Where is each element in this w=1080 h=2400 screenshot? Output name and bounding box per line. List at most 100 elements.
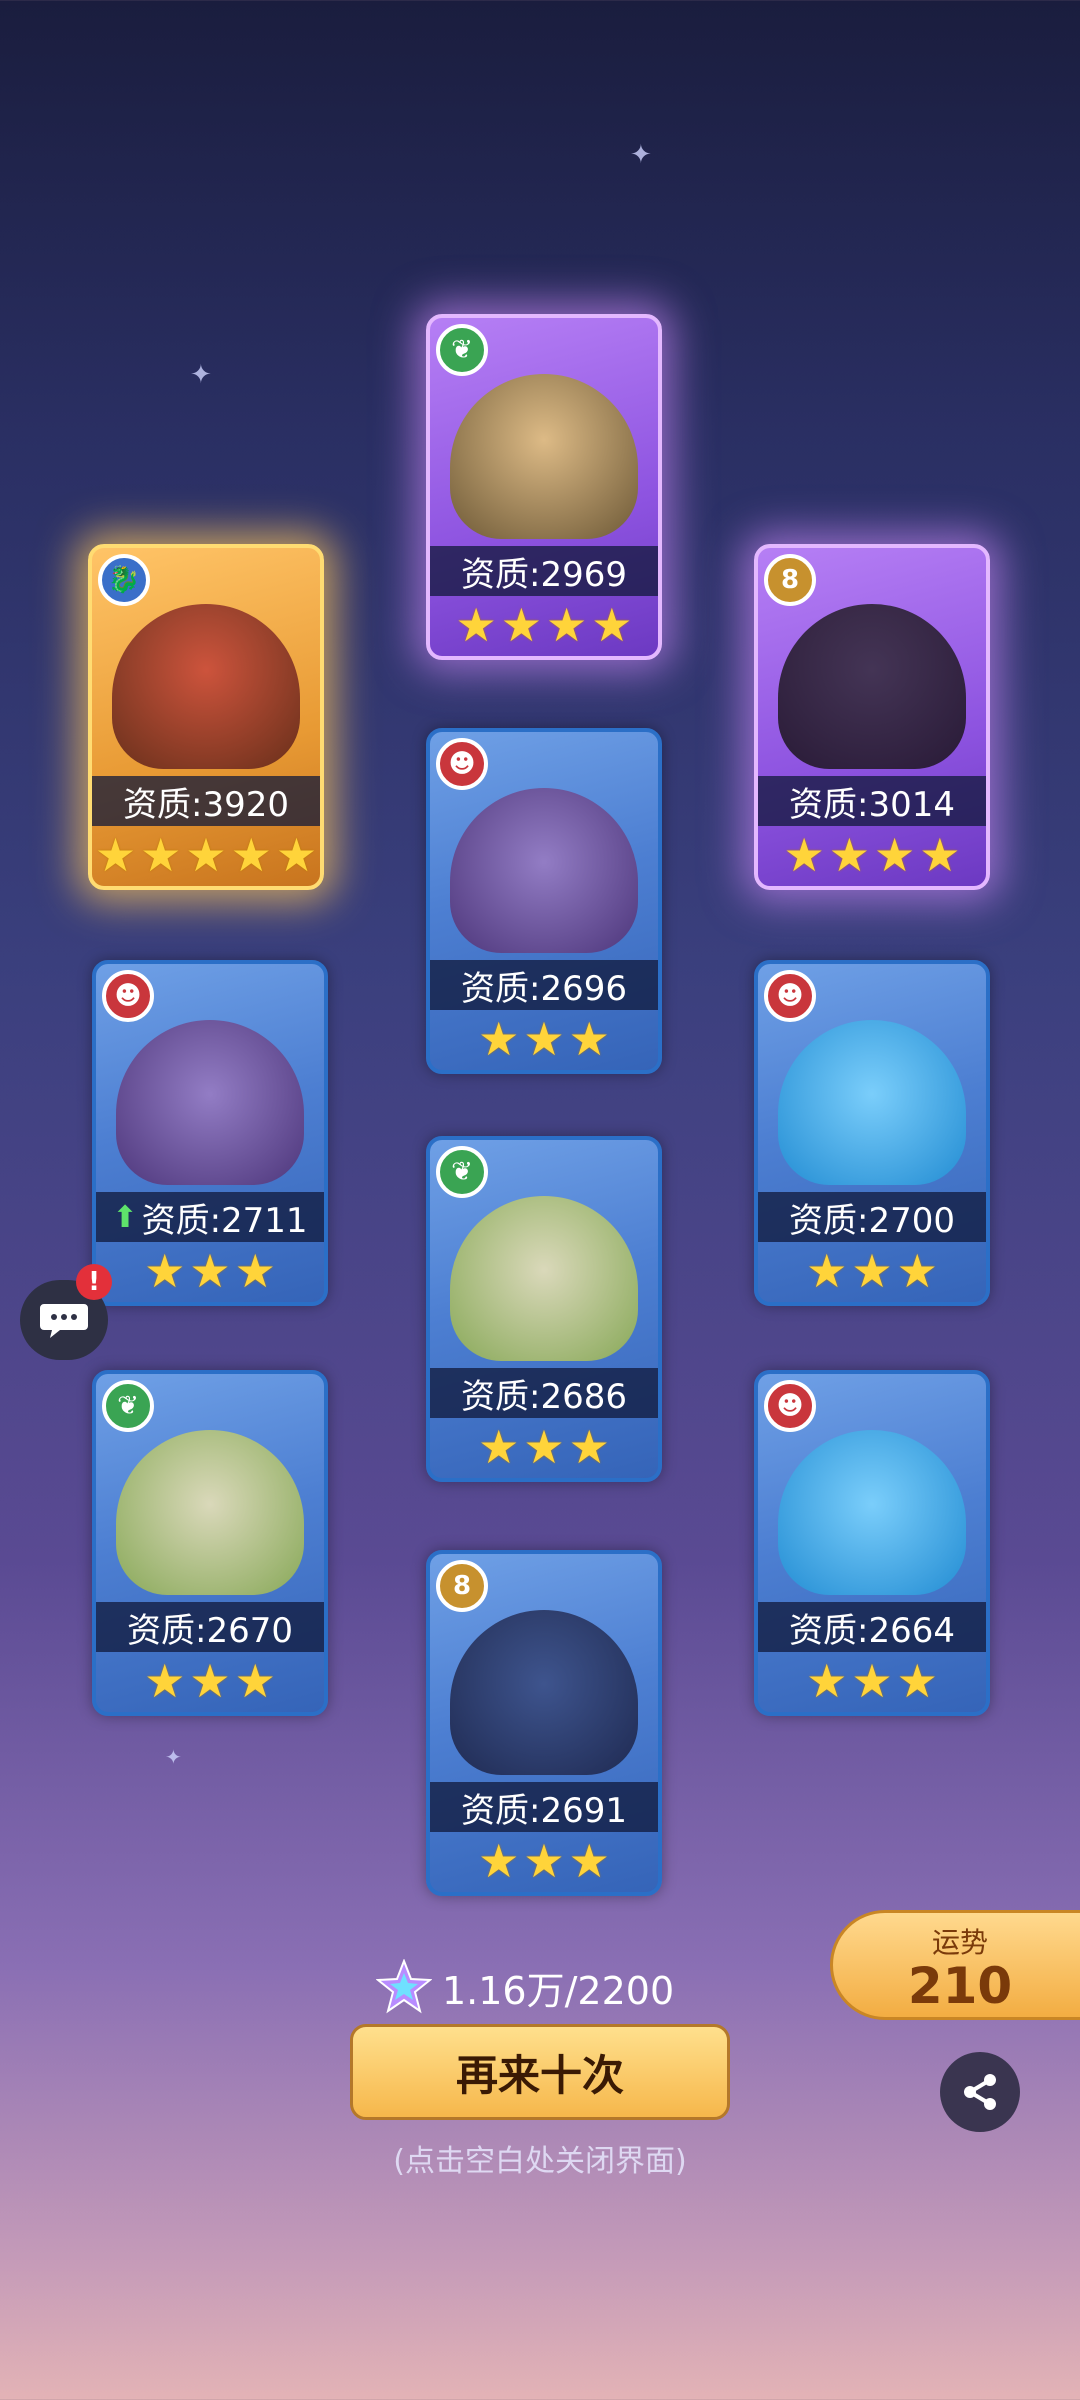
fire-element-icon: ☻: [764, 970, 816, 1022]
aptitude-label: 资质:2696: [430, 960, 658, 1010]
star-icon: ★: [455, 598, 497, 652]
fire-element-icon: ☻: [764, 1380, 816, 1432]
star-rating: ★ ★ ★: [430, 1422, 658, 1472]
fortune-panel: 运势 210: [830, 1910, 1080, 2020]
upgrade-arrow-icon: ⬆: [112, 1199, 138, 1235]
sparkle-icon: ✦: [190, 360, 212, 390]
star-icon: ★: [851, 1654, 893, 1708]
star-icon: ★: [478, 1012, 520, 1066]
dragon-element-icon: 🐉: [98, 554, 150, 606]
star-icon: ★: [478, 1834, 520, 1888]
star-rating: ★ ★ ★: [430, 1836, 658, 1886]
hero-portrait: [450, 1610, 638, 1775]
star-icon: ★: [234, 1654, 276, 1708]
star-icon: ★: [230, 828, 272, 882]
hero-card-3[interactable]: ☻ 资质:2696 ★ ★ ★: [426, 728, 662, 1074]
share-button[interactable]: [940, 2052, 1020, 2132]
fortune-value: 210: [907, 1957, 1013, 2015]
hero-portrait: [778, 604, 966, 769]
hero-portrait: [112, 604, 300, 769]
hero-portrait: [450, 788, 638, 953]
star-icon: ★: [828, 828, 870, 882]
hero-card-7[interactable]: ❦ 资质:2670 ★ ★ ★: [92, 1370, 328, 1716]
aptitude-label: 资质:2670: [96, 1602, 324, 1652]
star-icon: ★: [185, 828, 227, 882]
star-icon: ★: [806, 1244, 848, 1298]
hero-card-5[interactable]: ☻ 资质:2700 ★ ★ ★: [754, 960, 990, 1306]
star-icon: ★: [919, 828, 961, 882]
sparkle-icon: ✦: [165, 1745, 182, 1769]
star-icon: ★: [189, 1244, 231, 1298]
earth-element-icon: 8: [436, 1560, 488, 1612]
star-icon: ★: [478, 1420, 520, 1474]
leaf-element-icon: ❦: [102, 1380, 154, 1432]
hero-card-6[interactable]: ❦ 资质:2686 ★ ★ ★: [426, 1136, 662, 1482]
star-icon: ★: [275, 828, 318, 882]
currency-cost: 1.16万/2200: [376, 1952, 674, 2022]
fortune-label: 运势: [931, 1926, 988, 1959]
hero-card-4[interactable]: ☻ ⬆ 资质:2711 ★ ★ ★: [92, 960, 328, 1306]
hero-card-0[interactable]: 🐉 资质:3920 ★ ★ ★ ★ ★: [88, 544, 324, 890]
star-icon: ★: [896, 1654, 938, 1708]
star-icon: ★: [144, 1244, 186, 1298]
star-icon: ★: [500, 598, 542, 652]
hero-portrait: [778, 1020, 966, 1185]
star-icon: ★: [234, 1244, 276, 1298]
hero-portrait: [450, 1196, 638, 1361]
notification-badge: !: [76, 1264, 112, 1300]
star-icon: ★: [806, 1654, 848, 1708]
star-rating: ★ ★ ★: [758, 1246, 986, 1296]
sparkle-icon: ✦: [630, 140, 652, 170]
hero-portrait: [116, 1020, 304, 1185]
star-icon: ★: [783, 828, 825, 882]
star-icon: ★: [523, 1012, 565, 1066]
star-icon: ★: [94, 828, 137, 882]
star-icon: ★: [591, 598, 633, 652]
star-rating: ★ ★ ★: [96, 1656, 324, 1706]
star-icon: ★: [568, 1420, 610, 1474]
close-hint: (点击空白处关闭界面): [393, 2144, 687, 2179]
aptitude-label: 资质:2691: [430, 1782, 658, 1832]
hero-card-9[interactable]: 8 资质:2691 ★ ★ ★: [426, 1550, 662, 1896]
star-icon: ★: [523, 1420, 565, 1474]
star-rating: ★ ★ ★ ★: [758, 830, 986, 880]
aptitude-label: ⬆ 资质:2711: [96, 1192, 324, 1242]
hero-portrait: [450, 374, 638, 539]
star-icon: ★: [140, 828, 182, 882]
fire-element-icon: ☻: [436, 738, 488, 790]
star-icon: ★: [144, 1654, 186, 1708]
currency-amount: 1.16万/2200: [442, 1968, 675, 2013]
hero-portrait: [116, 1430, 304, 1595]
star-crystal-icon: [376, 1959, 432, 2014]
star-icon: ★: [523, 1834, 565, 1888]
chat-bubble-icon: [40, 1304, 88, 1338]
aptitude-label: 资质:2969: [430, 546, 658, 596]
hero-card-1[interactable]: ❦ 资质:2969 ★ ★ ★ ★: [426, 314, 662, 660]
hero-portrait: [778, 1430, 966, 1595]
draw-ten-again-button[interactable]: 再来十次: [350, 2024, 730, 2120]
aptitude-label: 资质:3014: [758, 776, 986, 826]
aptitude-label: 资质:2664: [758, 1602, 986, 1652]
star-rating: ★ ★ ★ ★ ★: [92, 830, 320, 880]
star-rating: ★ ★ ★: [758, 1656, 986, 1706]
star-icon: ★: [189, 1654, 231, 1708]
share-icon: [964, 2074, 996, 2110]
star-icon: ★: [851, 1244, 893, 1298]
leaf-element-icon: ❦: [436, 324, 488, 376]
star-icon: ★: [568, 1012, 610, 1066]
fire-element-icon: ☻: [102, 970, 154, 1022]
leaf-element-icon: ❦: [436, 1146, 488, 1198]
star-icon: ★: [546, 598, 588, 652]
aptitude-label: 资质:2686: [430, 1368, 658, 1418]
star-rating: ★ ★ ★ ★: [430, 600, 658, 650]
hero-card-8[interactable]: ☻ 资质:2664 ★ ★ ★: [754, 1370, 990, 1716]
star-rating: ★ ★ ★: [96, 1246, 324, 1296]
aptitude-label: 资质:2700: [758, 1192, 986, 1242]
aptitude-label: 资质:3920: [92, 776, 320, 826]
star-icon: ★: [874, 828, 916, 882]
star-icon: ★: [896, 1244, 938, 1298]
star-icon: ★: [568, 1834, 610, 1888]
earth-element-icon: 8: [764, 554, 816, 606]
star-rating: ★ ★ ★: [430, 1014, 658, 1064]
hero-card-2[interactable]: 8 资质:3014 ★ ★ ★ ★: [754, 544, 990, 890]
